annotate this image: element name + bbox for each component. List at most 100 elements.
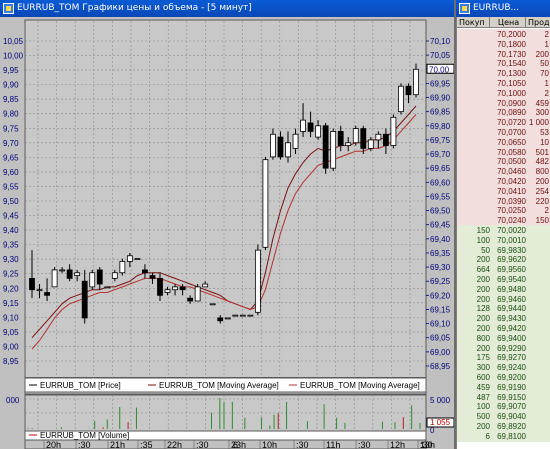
right-tick-label: 69,55 — [430, 192, 451, 201]
quote-window-title-bar[interactable]: EURRUB... — [456, 0, 550, 17]
desktop: EURRUB_TOM Графики цены и объема - [5 ми… — [0, 0, 550, 449]
time-label: :35 — [140, 440, 153, 449]
chart-canvas[interactable]: 10,05 10,00 9,95 9,90 9,85 9,80 9,75 9,70 9,65 9,… — [0, 17, 455, 449]
right-tick-label: 69,70 — [430, 150, 451, 159]
candle-body — [187, 297, 194, 302]
right-tick-label: 69,25 — [430, 277, 451, 286]
candle-body — [104, 286, 111, 289]
candle-body — [239, 314, 246, 317]
candle-body — [390, 116, 397, 146]
right-tick-label: 69,45 — [430, 221, 451, 230]
candle-body — [254, 249, 261, 313]
time-label: 20h — [46, 440, 61, 449]
right-tick-label: 70,05 — [430, 51, 451, 60]
right-tick-label: 69,50 — [430, 207, 451, 216]
left-tick-label: 9,25 — [3, 270, 19, 279]
right-tick-label: 69,80 — [430, 122, 451, 131]
right-tick-label: 69,95 — [430, 79, 451, 88]
left-tick-label: 9,45 — [3, 212, 19, 221]
left-tick-label: 9,50 — [3, 197, 19, 206]
bid-row[interactable]: 6 69,8100 — [457, 430, 550, 442]
candle-body — [66, 269, 73, 279]
legend-volume-label: EURRUB_TOM [Volume] — [40, 431, 129, 440]
left-tick-label: 9,20 — [3, 284, 19, 293]
time-label: 13h — [420, 440, 435, 449]
candle-body — [270, 133, 276, 158]
candle-body — [172, 286, 178, 291]
left-tick-label: 9,40 — [3, 226, 19, 235]
right-tick-label: 69,90 — [430, 94, 451, 103]
candle-body — [202, 283, 209, 288]
right-tick-label: 69,00 — [430, 348, 451, 357]
chart-window-title: EURRUB_TOM Графики цены и объема - [5 ми… — [17, 3, 252, 13]
last-volume-label: 1 055 — [430, 418, 451, 427]
time-label: 11h — [326, 440, 340, 449]
left-tick-label: 9,80 — [3, 110, 19, 119]
quote-window-title: EURRUB... — [473, 3, 520, 13]
price-plot-area[interactable] — [24, 19, 427, 395]
candle-body — [382, 133, 389, 146]
right-tick-label: 69,15 — [430, 305, 451, 314]
left-tick-label: 10,00 — [3, 52, 24, 61]
candle-body — [51, 269, 58, 288]
right-tick-label: 69,40 — [430, 235, 451, 244]
volume-left-tick: 000 — [6, 396, 20, 405]
candle-body — [405, 85, 412, 96]
candle-body — [111, 272, 118, 279]
candle-body — [307, 122, 314, 132]
candle-body — [81, 280, 88, 319]
candle-body — [398, 85, 404, 113]
left-tick-label: 9,05 — [3, 328, 19, 337]
bid-volume: 6 — [485, 431, 490, 441]
right-tick-label: 69,10 — [430, 320, 451, 329]
time-label: 21h — [110, 440, 125, 449]
time-label: :30 — [196, 440, 209, 449]
candle-body — [300, 119, 306, 132]
candle-body — [149, 275, 156, 279]
candle-body — [262, 159, 269, 248]
left-tick-label: 9,00 — [3, 342, 19, 351]
candle-body — [209, 303, 216, 306]
right-tick-label: 69,85 — [430, 108, 451, 117]
candle-body — [277, 136, 284, 158]
price-legend: EURRUB_TOM [Price] EURRUB_TOM [Moving Av… — [29, 381, 420, 390]
candle-body — [292, 133, 299, 149]
left-tick-label: 8,95 — [3, 357, 19, 366]
candle-body — [59, 269, 66, 272]
legend-ma2-label: EURRUB_TOM [Moving Average] — [300, 381, 420, 390]
candle-body — [217, 317, 224, 322]
right-tick-label: 68,95 — [430, 362, 451, 371]
left-tick-label: 9,90 — [3, 81, 19, 90]
chart-app-icon — [3, 3, 14, 14]
candle-body — [315, 125, 322, 138]
right-tick-label: 69,75 — [430, 136, 451, 145]
left-tick-label: 9,65 — [3, 153, 19, 162]
chart-window-title-bar[interactable]: EURRUB_TOM Графики цены и объема - [5 ми… — [0, 0, 454, 17]
candle-body — [360, 128, 367, 149]
chart-window: 10,05 10,00 9,95 9,90 9,85 9,80 9,75 9,70 9,65 9,… — [0, 17, 455, 449]
candle-body — [375, 133, 382, 141]
col-header-buy[interactable]: Покуп — [457, 17, 490, 28]
right-tick-label: 69,35 — [430, 249, 451, 258]
candle-body — [247, 314, 254, 317]
legend-ma1-label: EURRUB_TOM [Moving Average] — [159, 381, 279, 390]
left-tick-label: 9,95 — [3, 66, 19, 75]
last-price-label: 70,00 — [429, 65, 450, 74]
time-label: :30 — [358, 440, 371, 449]
candle-body — [179, 286, 186, 291]
date-label: 6 — [233, 440, 238, 449]
left-tick-label: 9,55 — [3, 182, 19, 191]
left-tick-label: 9,75 — [3, 124, 19, 133]
candle-body — [322, 125, 329, 169]
col-header-sell[interactable]: Продаж — [526, 17, 550, 28]
candle-body — [164, 289, 171, 293]
candle-body — [330, 131, 337, 169]
candle-body — [29, 277, 35, 291]
candle-body — [285, 142, 291, 158]
candle-body — [74, 272, 81, 276]
left-tick-label: 9,70 — [3, 139, 19, 148]
candle-body — [142, 269, 148, 274]
left-tick-label: 9,10 — [3, 313, 19, 322]
col-header-price[interactable]: Цена — [490, 17, 526, 28]
time-label: 12h — [390, 440, 405, 449]
